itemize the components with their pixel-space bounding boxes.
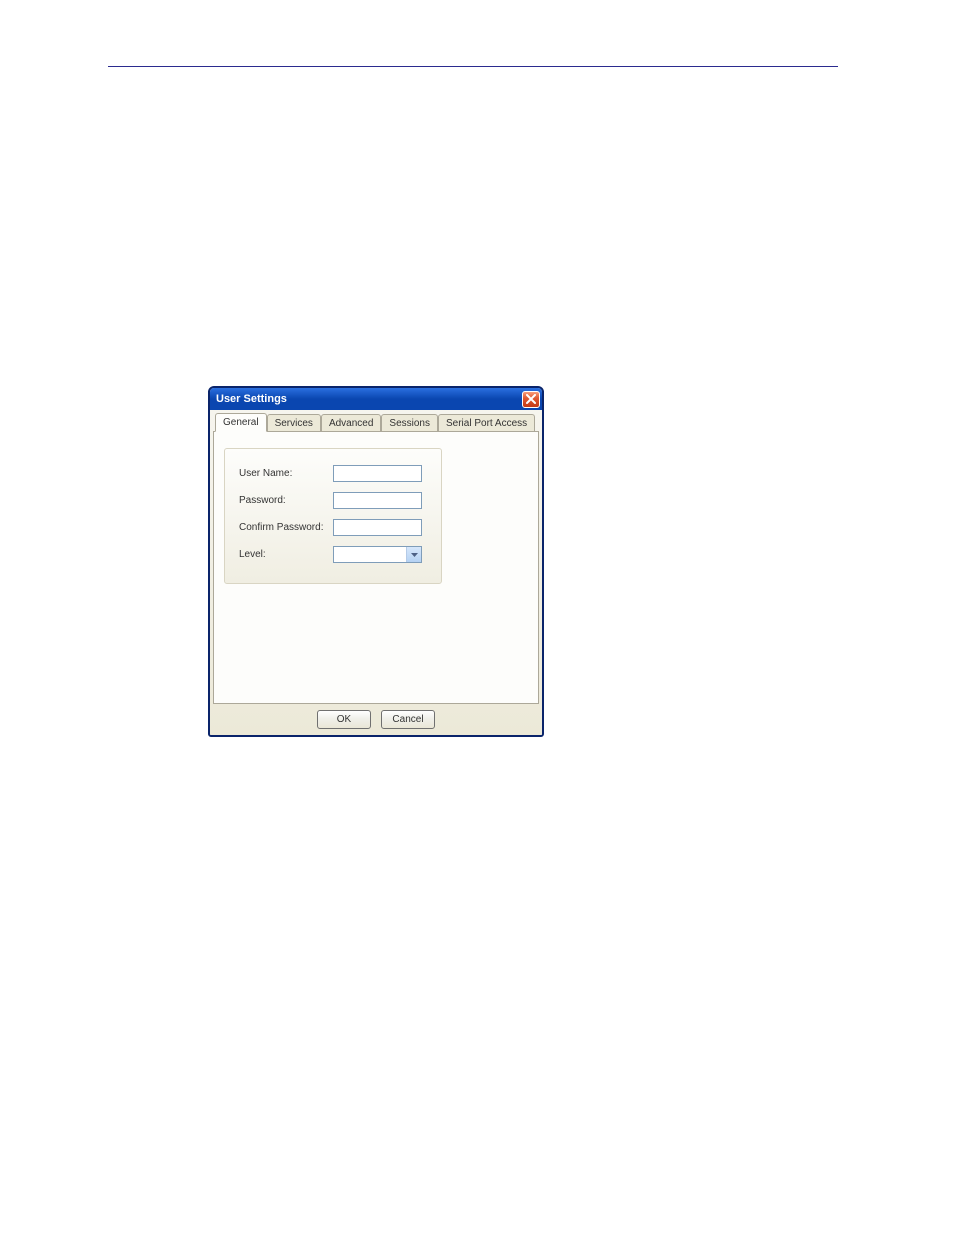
tab-sessions[interactable]: Sessions [381, 414, 438, 431]
level-select-button[interactable] [406, 547, 421, 562]
button-label: OK [337, 714, 351, 725]
tabstrip: General Services Advanced Sessions Seria… [213, 414, 539, 432]
close-icon [526, 394, 536, 404]
password-field[interactable] [333, 492, 422, 509]
user-name-label: User Name: [239, 468, 333, 479]
tab-label: Services [275, 418, 313, 429]
confirm-password-field[interactable] [333, 519, 422, 536]
tab-content-general: User Name: Password: Confirm Password: L… [213, 432, 539, 704]
level-select-value [334, 547, 406, 562]
tab-advanced[interactable]: Advanced [321, 414, 381, 431]
ok-button[interactable]: OK [317, 710, 371, 729]
user-name-field[interactable] [333, 465, 422, 482]
confirm-password-label: Confirm Password: [239, 522, 333, 533]
button-label: Cancel [392, 714, 423, 725]
level-select[interactable] [333, 546, 422, 563]
level-label: Level: [239, 549, 333, 560]
cancel-button[interactable]: Cancel [381, 710, 435, 729]
page-divider [108, 66, 838, 67]
window-title: User Settings [216, 393, 287, 405]
password-label: Password: [239, 495, 333, 506]
chevron-down-icon [411, 553, 418, 557]
tab-label: Serial Port Access [446, 418, 527, 429]
button-bar: OK Cancel [213, 704, 539, 729]
row-confirm-password: Confirm Password: [239, 519, 427, 536]
row-level: Level: [239, 546, 427, 563]
row-password: Password: [239, 492, 427, 509]
tab-label: Sessions [389, 418, 430, 429]
titlebar[interactable]: User Settings [210, 388, 542, 410]
user-form-group: User Name: Password: Confirm Password: L… [224, 448, 442, 584]
row-user-name: User Name: [239, 465, 427, 482]
tab-services[interactable]: Services [267, 414, 321, 431]
client-area: General Services Advanced Sessions Seria… [210, 410, 542, 735]
tab-serial-port-access[interactable]: Serial Port Access [438, 414, 535, 431]
user-settings-dialog: User Settings General Services Advanced … [208, 386, 544, 737]
close-button[interactable] [522, 391, 540, 408]
tab-label: Advanced [329, 418, 373, 429]
tab-general[interactable]: General [215, 413, 267, 432]
tab-label: General [223, 417, 259, 428]
